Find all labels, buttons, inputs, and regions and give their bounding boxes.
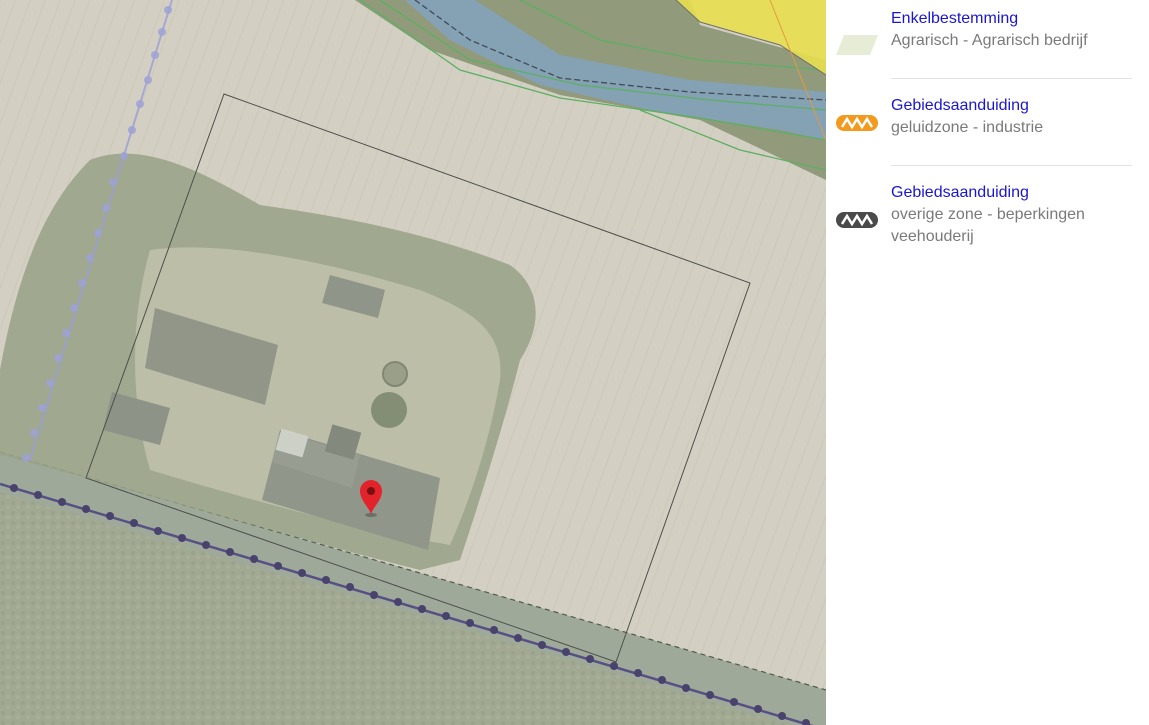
legend-item-geluidzone: Gebiedsaanduiding geluidzone - industrie [826,95,1149,155]
legend-title: Gebiedsaanduiding [891,184,1029,201]
legend-panel: Enkelbestemming Agrarisch - Agrarisch be… [826,0,1149,725]
legend-item-veehouderij: Gebiedsaanduiding overige zone - beperki… [826,182,1149,252]
legend-divider [891,78,1132,79]
legend-title: Gebiedsaanduiding [891,97,1029,114]
zigzag-orange-swatch-icon [836,115,878,131]
map-canvas[interactable] [0,0,826,725]
map-view[interactable] [0,0,826,725]
plan-overlay [0,0,826,725]
legend-description: geluidzone - industrie [891,119,1044,136]
zigzag-gray-swatch-icon [836,212,878,228]
legend-title: Enkelbestemming [891,10,1019,27]
legend-item-agrarisch: Enkelbestemming Agrarisch - Agrarisch be… [826,8,1149,68]
parallelogram-swatch-icon [836,35,878,55]
legend-description: overige zone - beperkingen veehouderij [891,206,1085,245]
legend-description: Agrarisch - Agrarisch bedrijf [891,32,1088,49]
legend-divider [891,165,1132,166]
